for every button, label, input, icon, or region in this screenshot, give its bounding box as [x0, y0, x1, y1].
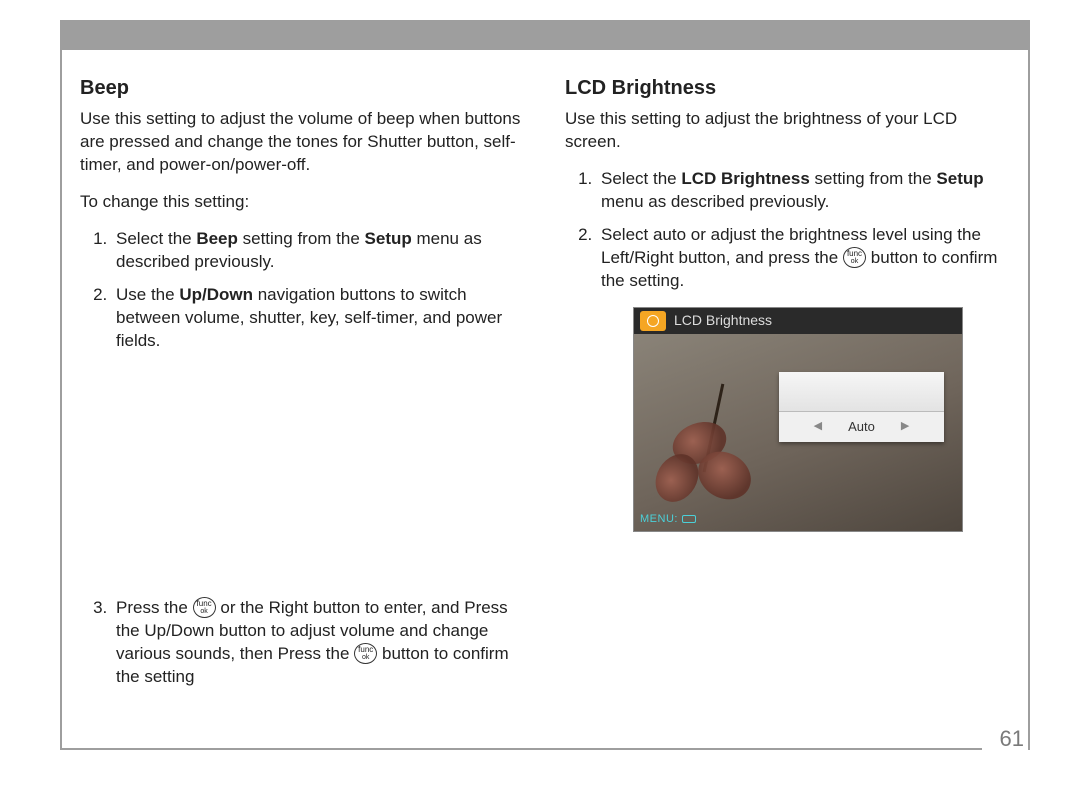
lcd-step-1: Select the LCD Brightness setting from t… — [597, 168, 1010, 214]
lcd-screenshot: LCD Brightness ◀ Auto ▶ — [633, 307, 963, 532]
beep-lead: To change this setting: — [80, 191, 525, 214]
lcd-intro: Use this setting to adjust the brightnes… — [565, 108, 1010, 154]
brightness-value-row: ◀ Auto ▶ — [779, 412, 944, 442]
func-ok-icon: funcok — [354, 643, 377, 664]
rule-right — [1028, 50, 1030, 750]
beep-steps: Select the Beep setting from the Setup m… — [80, 228, 525, 353]
screenshot-body: ◀ Auto ▶ MENU: — [634, 334, 962, 531]
column-lcd: LCD Brightness Use this setting to adjus… — [565, 75, 1010, 730]
beep-step-3: Press the funcok or the Right button to … — [112, 597, 525, 689]
brightness-slider — [779, 372, 944, 412]
screenshot-header: LCD Brightness — [634, 308, 962, 334]
lcd-step-2: Select auto or adjust the brightness lev… — [597, 224, 1010, 293]
beep-intro: Use this setting to adjust the volume of… — [80, 108, 525, 177]
beep-steps-cont: Press the funcok or the Right button to … — [80, 597, 525, 689]
header-bar — [60, 20, 1030, 50]
setup-tab-icon — [640, 311, 666, 331]
heading-beep: Beep — [80, 75, 525, 102]
beep-step-2: Use the Up/Down navigation buttons to sw… — [112, 284, 525, 353]
func-ok-icon: funcok — [843, 247, 866, 268]
flower-graphic — [642, 413, 772, 523]
content-columns: Beep Use this setting to adjust the volu… — [80, 75, 1010, 730]
brightness-value: Auto — [848, 418, 875, 436]
chevron-right-icon: ▶ — [901, 419, 909, 434]
brightness-panel: ◀ Auto ▶ — [779, 372, 944, 442]
page-number: 61 — [992, 724, 1024, 754]
page-frame: Beep Use this setting to adjust the volu… — [60, 20, 1030, 750]
heading-lcd: LCD Brightness — [565, 75, 1010, 102]
rule-bottom — [60, 748, 982, 750]
func-ok-icon: funcok — [193, 597, 216, 618]
screenshot-footer: MENU: — [640, 512, 696, 527]
column-beep: Beep Use this setting to adjust the volu… — [80, 75, 525, 730]
chevron-left-icon: ◀ — [814, 419, 822, 434]
back-icon — [682, 515, 696, 523]
beep-step-1: Select the Beep setting from the Setup m… — [112, 228, 525, 274]
rule-left — [60, 50, 62, 750]
screenshot-title: LCD Brightness — [674, 311, 772, 330]
lcd-steps: Select the LCD Brightness setting from t… — [565, 168, 1010, 293]
